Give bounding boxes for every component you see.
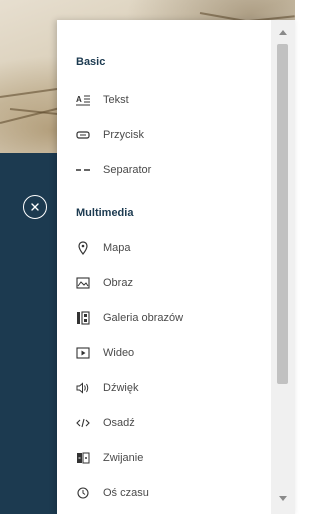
menu-item-video[interactable]: Wideo — [57, 338, 275, 368]
svg-text:A: A — [76, 95, 82, 104]
menu-item-gallery[interactable]: Galeria obrazów — [57, 303, 275, 333]
scroll-thumb[interactable] — [277, 44, 288, 384]
menu-item-button[interactable]: Przycisk — [57, 120, 275, 150]
audio-icon — [76, 381, 90, 395]
menu-item-label: Oś czasu — [103, 487, 149, 499]
embed-icon — [76, 416, 90, 430]
text-icon: A — [76, 93, 90, 107]
section-heading-basic: Basic — [76, 56, 106, 68]
scroll-down-button[interactable] — [271, 490, 295, 506]
scroll-up-arrow-icon — [279, 29, 287, 35]
timeline-icon — [76, 486, 90, 500]
section-heading-multimedia: Multimedia — [76, 207, 134, 219]
menu-item-label: Zwijanie — [103, 452, 144, 464]
button-icon — [76, 128, 90, 142]
menu-item-label: Galeria obrazów — [103, 312, 184, 324]
menu-item-label: Wideo — [103, 347, 135, 359]
gallery-icon — [76, 311, 90, 325]
menu-scrollbar[interactable] — [271, 20, 295, 514]
menu-item-separator[interactable]: Separator — [57, 155, 275, 185]
add-block-menu: Basic A Tekst Przycisk Separator Multime… — [57, 20, 295, 514]
menu-item-label: Mapa — [103, 242, 131, 254]
menu-item-label: Dźwięk — [103, 382, 139, 394]
menu-item-text[interactable]: A Tekst — [57, 85, 275, 115]
menu-item-label: Przycisk — [103, 129, 144, 141]
expand-icon — [76, 451, 90, 465]
menu-item-map[interactable]: Mapa — [57, 233, 275, 263]
image-icon — [76, 276, 90, 290]
menu-item-label: Separator — [103, 164, 152, 176]
menu-item-label: Obraz — [103, 277, 133, 289]
close-icon — [31, 203, 39, 211]
video-icon — [76, 346, 90, 360]
menu-item-image[interactable]: Obraz — [57, 268, 275, 298]
menu-item-audio[interactable]: Dźwięk — [57, 373, 275, 403]
menu-item-label: Tekst — [103, 94, 129, 106]
scroll-up-button[interactable] — [271, 24, 295, 40]
close-button[interactable] — [23, 195, 47, 219]
separator-icon — [76, 163, 90, 177]
scroll-down-arrow-icon — [279, 495, 287, 501]
menu-item-expand[interactable]: Zwijanie — [57, 443, 275, 473]
menu-item-timeline[interactable]: Oś czasu — [57, 478, 275, 508]
menu-item-embed[interactable]: Osadź — [57, 408, 275, 438]
map-pin-icon — [76, 241, 90, 255]
menu-item-label: Osadź — [103, 417, 135, 429]
